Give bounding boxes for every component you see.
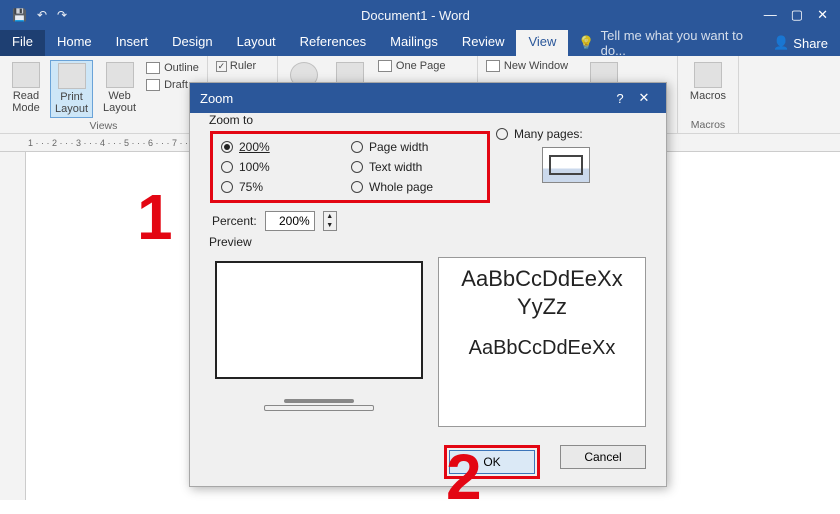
preview-monitor: [210, 257, 428, 427]
dialog-title: Zoom: [200, 91, 608, 106]
share-button[interactable]: 👤 Share: [761, 30, 840, 56]
zoom-dialog: Zoom ? ✕ Zoom to 200% Page width 100% Te…: [189, 82, 667, 487]
tab-mailings[interactable]: Mailings: [378, 30, 450, 56]
radio-100[interactable]: 100%: [221, 160, 341, 174]
read-mode-button[interactable]: Read Mode: [8, 60, 44, 116]
document-title: Document1 - Word: [67, 8, 764, 23]
one-page-button[interactable]: One Page: [378, 60, 446, 72]
radio-icon: [496, 128, 508, 140]
draft-icon: [146, 79, 160, 91]
print-layout-button[interactable]: Print Layout: [50, 60, 93, 118]
radio-icon: [221, 181, 233, 193]
one-page-icon: [378, 60, 392, 72]
preview-screen-icon: [215, 261, 423, 379]
group-macros-label: Macros: [686, 117, 730, 131]
sample-line-3: AaBbCcDdEeXx: [443, 337, 641, 360]
preview-legend: Preview: [206, 235, 255, 249]
sample-line-2: YyZz: [443, 292, 641, 323]
cancel-button[interactable]: Cancel: [560, 445, 646, 469]
dialog-titlebar: Zoom ? ✕: [190, 83, 666, 113]
annotation-box-1: 200% Page width 100% Text width 75% Whol…: [210, 131, 490, 203]
outline-button[interactable]: Outline: [146, 62, 199, 74]
many-pages-group: Many pages:: [496, 127, 636, 183]
radio-icon: [221, 161, 233, 173]
tab-review[interactable]: Review: [450, 30, 517, 56]
tab-layout[interactable]: Layout: [225, 30, 288, 56]
percent-input[interactable]: [265, 211, 315, 231]
radio-whole-page[interactable]: Whole page: [351, 180, 481, 194]
dialog-close-button[interactable]: ✕: [632, 90, 656, 106]
share-icon: 👤: [773, 35, 789, 51]
close-window-button[interactable]: ✕: [817, 7, 828, 23]
checkbox-icon: ✓: [216, 61, 227, 72]
tab-file[interactable]: File: [0, 30, 45, 56]
tell-me-box[interactable]: 💡 Tell me what you want to do...: [568, 30, 761, 56]
font-sample: AaBbCcDdEeXx YyZz AaBbCcDdEeXx: [438, 257, 646, 427]
annotation-number-2: 2: [446, 440, 482, 514]
radio-icon: [221, 141, 233, 153]
dialog-buttons: OK Cancel: [202, 445, 654, 479]
web-layout-button[interactable]: Web Layout: [99, 60, 140, 116]
preview-group: Preview AaBbCcDdEeXx YyZz AaBbCcDdEeXx: [202, 243, 654, 435]
radio-page-width[interactable]: Page width: [351, 140, 481, 154]
radio-200[interactable]: 200%: [221, 140, 341, 154]
lightbulb-icon: 💡: [578, 35, 594, 51]
maximize-button[interactable]: ▢: [791, 7, 803, 23]
annotation-number-1: 1: [137, 180, 173, 254]
quick-access-toolbar: 💾 ↶ ↷: [0, 8, 67, 22]
tell-me-placeholder: Tell me what you want to do...: [601, 28, 752, 58]
save-icon[interactable]: 💾: [12, 8, 27, 22]
outline-icon: [146, 62, 160, 74]
radio-icon: [351, 141, 363, 153]
radio-icon: [351, 161, 363, 173]
undo-icon[interactable]: ↶: [37, 8, 47, 22]
minimize-button[interactable]: —: [764, 7, 777, 23]
group-views-label: Views: [8, 118, 199, 132]
percent-label: Percent:: [212, 214, 257, 228]
read-mode-icon: [12, 62, 40, 88]
ruler-checkbox[interactable]: ✓Ruler: [216, 60, 256, 72]
radio-75[interactable]: 75%: [221, 180, 341, 194]
share-label: Share: [793, 36, 828, 51]
zoom-to-group: Zoom to 200% Page width 100% Text width …: [202, 121, 654, 243]
tab-insert[interactable]: Insert: [104, 30, 161, 56]
dialog-help-button[interactable]: ?: [608, 91, 632, 106]
zoom-to-legend: Zoom to: [206, 113, 256, 127]
group-macros: Macros Macros: [678, 56, 739, 133]
spin-up-icon[interactable]: ▲: [324, 212, 336, 221]
title-bar: 💾 ↶ ↷ Document1 - Word — ▢ ✕: [0, 0, 840, 30]
print-layout-icon: [58, 63, 86, 89]
tab-references[interactable]: References: [288, 30, 378, 56]
tab-design[interactable]: Design: [160, 30, 224, 56]
ribbon-tabs: File Home Insert Design Layout Reference…: [0, 30, 840, 56]
redo-icon[interactable]: ↷: [57, 8, 67, 22]
macros-icon: [694, 62, 722, 88]
sample-line-1: AaBbCcDdEeXx: [443, 266, 641, 292]
tab-home[interactable]: Home: [45, 30, 104, 56]
new-window-icon: [486, 60, 500, 72]
many-pages-picker[interactable]: [542, 147, 590, 183]
group-views: Read Mode Print Layout Web Layout Outlin…: [0, 56, 208, 133]
spin-down-icon[interactable]: ▼: [324, 221, 336, 230]
new-window-button[interactable]: New Window: [486, 60, 568, 72]
macros-button[interactable]: Macros: [686, 60, 730, 104]
radio-text-width[interactable]: Text width: [351, 160, 481, 174]
web-layout-icon: [106, 62, 134, 88]
tab-view[interactable]: View: [516, 30, 568, 56]
radio-many-pages[interactable]: Many pages:: [496, 127, 636, 141]
window-buttons: — ▢ ✕: [764, 7, 840, 23]
vertical-ruler[interactable]: [0, 152, 26, 500]
percent-spinner[interactable]: ▲▼: [323, 211, 337, 231]
radio-icon: [351, 181, 363, 193]
